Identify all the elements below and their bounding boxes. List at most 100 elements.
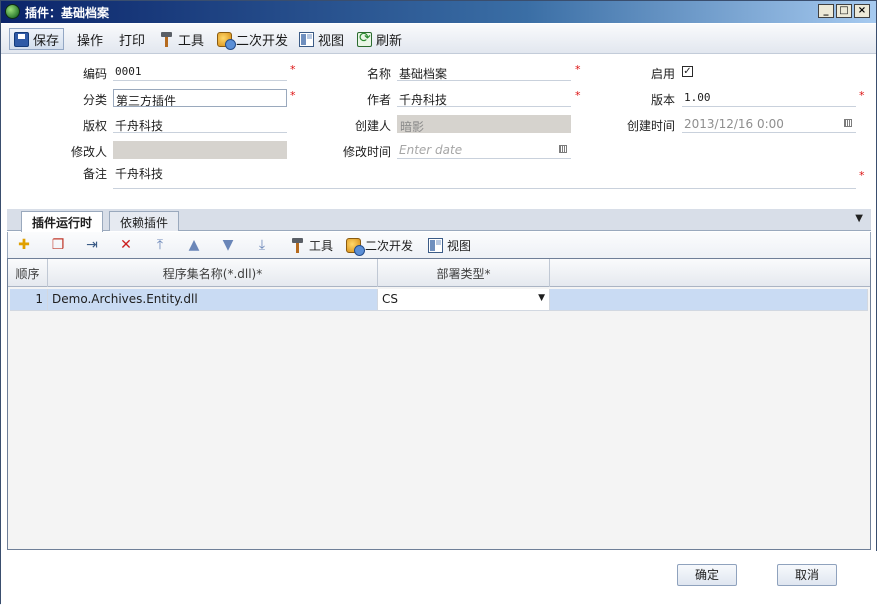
author-label: 作者 bbox=[366, 93, 391, 107]
name-required-mark: * bbox=[575, 63, 581, 76]
view-button[interactable]: 视图 bbox=[295, 28, 348, 50]
copyright-label: 版权 bbox=[82, 119, 107, 133]
tools-button[interactable]: 工具 bbox=[155, 28, 208, 50]
print-label: 打印 bbox=[119, 33, 146, 49]
column-header-assembly[interactable]: 程序集名称(*.dll)* bbox=[48, 259, 378, 287]
view-icon bbox=[428, 237, 443, 253]
remark-required-mark: * bbox=[859, 169, 865, 182]
row-deploy-type-select[interactable]: CS ▼ bbox=[378, 289, 550, 311]
table-row[interactable]: 1 Demo.Archives.Entity.dll CS ▼ bbox=[8, 289, 870, 311]
delete-row-button[interactable]: ✕ bbox=[118, 236, 134, 254]
tab-dependent-plugins[interactable]: 依赖插件 bbox=[109, 211, 180, 231]
calendar-icon bbox=[844, 119, 852, 127]
move-bottom-button[interactable]: ⤓ bbox=[254, 236, 270, 254]
name-field[interactable]: 基础档案 bbox=[397, 63, 571, 81]
column-header-deploy-type[interactable]: 部署类型* bbox=[378, 259, 550, 287]
save-icon bbox=[14, 31, 29, 47]
chevron-down-icon[interactable]: ▼ bbox=[538, 293, 545, 303]
row-assembly-cell[interactable]: Demo.Archives.Entity.dll bbox=[48, 289, 378, 311]
name-label: 名称 bbox=[366, 67, 391, 81]
cancel-button[interactable]: 取消 bbox=[777, 564, 837, 586]
created-time-field: 2013/12/16 0:00 bbox=[682, 115, 856, 133]
window-controls: _ □ × bbox=[818, 4, 870, 18]
insert-row-button[interactable]: ⇥ bbox=[84, 236, 100, 254]
column-header-order[interactable]: 顺序 bbox=[8, 259, 48, 287]
remark-label: 备注 bbox=[82, 167, 107, 181]
modified-time-label: 修改时间 bbox=[342, 145, 391, 159]
move-down-button[interactable]: ▼ bbox=[220, 236, 236, 254]
tab-plugin-runtime[interactable]: 插件运行时 bbox=[21, 211, 104, 232]
grid-view-label: 视图 bbox=[447, 238, 472, 253]
add-icon: ✚ bbox=[18, 237, 30, 253]
dev-icon bbox=[346, 237, 365, 256]
grid-tools-label: 工具 bbox=[309, 238, 334, 253]
hammer-icon bbox=[290, 237, 305, 253]
minimize-button[interactable]: _ bbox=[818, 4, 834, 18]
enabled-label: 启用 bbox=[650, 67, 675, 81]
created-time-value: 2013/12/16 0:00 bbox=[684, 117, 784, 131]
save-label: 保存 bbox=[33, 33, 60, 49]
calendar-icon[interactable] bbox=[559, 145, 567, 153]
move-up-button[interactable]: ▲ bbox=[186, 236, 202, 254]
copy-row-button[interactable]: ❐ bbox=[50, 236, 66, 254]
grid-header: 顺序 程序集名称(*.dll)* 部署类型* bbox=[8, 259, 870, 287]
grid-view-button[interactable]: 视图 bbox=[428, 236, 471, 254]
refresh-icon bbox=[357, 30, 372, 47]
move-down-icon: ▼ bbox=[222, 237, 234, 253]
category-required-mark: * bbox=[290, 89, 296, 102]
main-toolbar: 保存 操作 打印 工具 二次开发 视图 刷新 bbox=[1, 24, 876, 54]
refresh-label: 刷新 bbox=[376, 33, 403, 49]
tab-menu-dropdown-icon[interactable]: ▼ bbox=[855, 213, 863, 224]
globe-icon bbox=[5, 4, 20, 19]
code-field[interactable]: 0001 bbox=[113, 63, 287, 81]
modifier-field bbox=[113, 141, 287, 159]
hammer-icon bbox=[159, 31, 174, 47]
ok-button[interactable]: 确定 bbox=[677, 564, 737, 586]
modified-time-placeholder: Enter date bbox=[399, 143, 463, 157]
assembly-grid: 顺序 程序集名称(*.dll)* 部署类型* 1 Demo.Archives.E… bbox=[7, 258, 871, 550]
created-time-label: 创建时间 bbox=[626, 119, 675, 133]
copyright-field[interactable]: 千舟科技 bbox=[113, 115, 287, 133]
move-top-icon: ⤒ bbox=[156, 237, 164, 253]
author-required-mark: * bbox=[575, 89, 581, 102]
author-field[interactable]: 千舟科技 bbox=[397, 89, 571, 107]
version-field[interactable]: 1.00 bbox=[682, 89, 856, 107]
dev-label: 二次开发 bbox=[236, 33, 289, 49]
operate-label: 操作 bbox=[77, 33, 104, 49]
grid-dev-label: 二次开发 bbox=[365, 238, 414, 253]
row-order-cell[interactable]: 1 bbox=[10, 289, 48, 311]
refresh-button[interactable]: 刷新 bbox=[353, 28, 406, 50]
creator-field: 暗影 bbox=[397, 115, 571, 133]
tools-label: 工具 bbox=[178, 33, 205, 49]
print-button[interactable]: 打印 bbox=[115, 28, 149, 50]
enabled-checkbox[interactable]: ✓ bbox=[682, 66, 693, 77]
insert-icon: ⇥ bbox=[86, 237, 98, 253]
category-field[interactable]: 第三方插件 bbox=[113, 89, 287, 107]
dialog-footer: 确定 取消 bbox=[1, 551, 877, 605]
grid-toolbar: ✚ ❐ ⇥ ✕ ⤒ ▲ ▼ ⤓ 工具 二次开发 视图 bbox=[7, 232, 871, 258]
category-label: 分类 bbox=[82, 93, 107, 107]
maximize-button[interactable]: □ bbox=[836, 4, 852, 18]
modifier-label: 修改人 bbox=[70, 145, 107, 159]
close-button[interactable]: × bbox=[854, 4, 870, 18]
dev-icon bbox=[217, 31, 236, 50]
detail-tab-strip: 插件运行时 依赖插件 ▼ bbox=[7, 209, 871, 232]
remark-field[interactable]: 千舟科技 bbox=[113, 163, 856, 189]
version-required-mark: * bbox=[859, 89, 865, 102]
title-bar[interactable]: 插件：基础档案 _ □ × bbox=[1, 1, 876, 23]
grid-dev-button[interactable]: 二次开发 bbox=[346, 236, 414, 256]
view-label: 视图 bbox=[318, 33, 345, 49]
save-button[interactable]: 保存 bbox=[9, 28, 65, 50]
dev-button[interactable]: 二次开发 bbox=[213, 28, 292, 50]
grid-tools-button[interactable]: 工具 bbox=[290, 236, 333, 254]
operate-button[interactable]: 操作 bbox=[73, 28, 107, 50]
move-top-button[interactable]: ⤒ bbox=[152, 236, 168, 254]
column-header-empty bbox=[550, 259, 870, 287]
add-row-button[interactable]: ✚ bbox=[16, 236, 32, 254]
modified-time-field[interactable]: Enter date bbox=[397, 141, 571, 159]
version-label: 版本 bbox=[650, 93, 675, 107]
code-label: 编码 bbox=[82, 67, 107, 81]
move-up-icon: ▲ bbox=[188, 237, 200, 253]
row-empty-cell bbox=[550, 289, 868, 311]
creator-label: 创建人 bbox=[354, 119, 391, 133]
